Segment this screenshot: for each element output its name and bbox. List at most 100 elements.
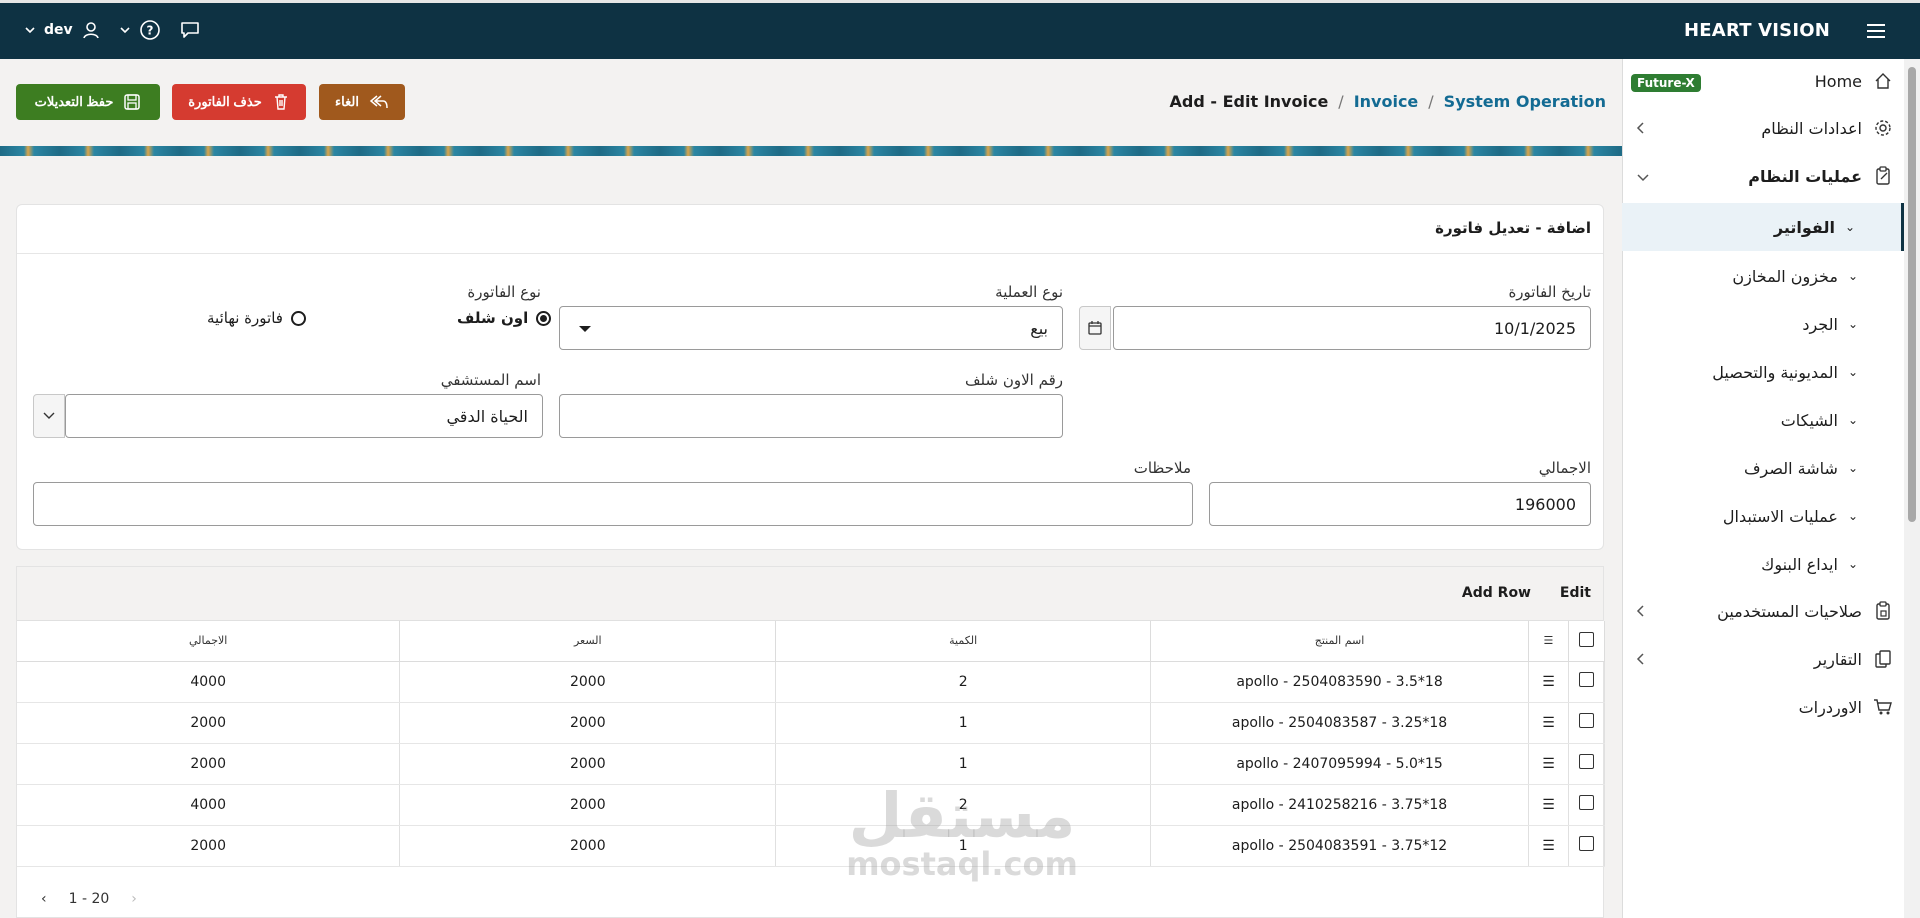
cell-qty[interactable]: 1 <box>775 702 1152 744</box>
user-name[interactable]: dev <box>44 22 73 38</box>
double-chevron-icon: ⌄ <box>1847 461 1858 475</box>
calendar-icon <box>1088 321 1102 335</box>
column-header[interactable]: اسم المنتج <box>1150 621 1529 662</box>
delete-invoice-button[interactable]: حذف الفاتورة <box>172 84 306 120</box>
sidebar-item-checks[interactable]: الشيكات ⌄ <box>1622 400 1904 440</box>
row-checkbox[interactable] <box>1578 754 1594 769</box>
table-row[interactable]: 2000 2000 1 apollo - 2407095994 - 5.0*15… <box>17 743 1606 785</box>
breadcrumb-separator: / <box>1428 92 1434 111</box>
chat-icon[interactable] <box>179 20 201 40</box>
row-menu-icon[interactable]: ☰ <box>1528 825 1569 867</box>
cell-qty[interactable]: 2 <box>775 661 1152 703</box>
row-checkbox[interactable] <box>1578 836 1594 851</box>
sidebar-item-invoices[interactable]: الفواتير ⌄ <box>1622 203 1904 251</box>
table-row[interactable]: 2000 2000 1 apollo - 2504083591 - 3.75*1… <box>17 825 1606 867</box>
sidebar-item-home[interactable]: Future-X Home <box>1622 61 1904 101</box>
row-menu-icon[interactable]: ☰ <box>1528 784 1569 826</box>
table-row[interactable]: 2000 2000 1 apollo - 2504083587 - 3.25*1… <box>17 702 1606 744</box>
scrollbar-thumb[interactable] <box>1908 67 1916 522</box>
operation-type-select[interactable]: بيع <box>559 306 1063 350</box>
cell-total[interactable]: 2000 <box>17 702 401 744</box>
sidebar-item-reports[interactable]: التقارير <box>1622 639 1904 679</box>
total-input[interactable]: 196000 <box>1209 482 1591 526</box>
invoice-type-final-radio[interactable]: فاتورة نهائية <box>207 309 306 327</box>
chevron-down-icon[interactable] <box>119 24 131 36</box>
cell-total[interactable]: 4000 <box>17 784 401 826</box>
row-menu-icon[interactable]: ☰ <box>1528 661 1569 703</box>
invoice-type-label: نوع الفاتورة <box>467 283 541 301</box>
notes-input[interactable] <box>33 482 1193 526</box>
cell-qty[interactable]: 1 <box>775 743 1152 785</box>
menu-icon[interactable] <box>1860 15 1892 47</box>
select-all-header[interactable] <box>1568 621 1606 662</box>
sidebar-item-label: الفواتير <box>1773 217 1835 237</box>
pagination: ‹ 1 - 20 › <box>41 891 137 907</box>
cell-total[interactable]: 4000 <box>17 661 401 703</box>
user-icon[interactable] <box>81 20 101 40</box>
sidebar-item-warehouse-stock[interactable]: مخزون المخازن ⌄ <box>1622 256 1904 296</box>
sidebar-item-bank-deposits[interactable]: ايداع البنوك ⌄ <box>1622 544 1904 584</box>
breadcrumb-system-operation[interactable]: System Operation <box>1444 92 1606 111</box>
table-row[interactable]: 4000 2000 2 apollo - 2504083590 - 3.5*18… <box>17 661 1606 703</box>
next-page-icon[interactable]: › <box>131 891 137 907</box>
row-checkbox[interactable] <box>1578 713 1594 728</box>
sidebar-item-system-settings[interactable]: اعدادات النظام <box>1622 108 1904 148</box>
sidebar-item-user-permissions[interactable]: صلاحيات المستخدمين <box>1622 591 1904 631</box>
cell-total[interactable]: 2000 <box>17 743 401 785</box>
radio-button[interactable] <box>536 310 552 326</box>
cell-price[interactable]: 2000 <box>399 825 777 867</box>
row-checkbox[interactable] <box>1578 795 1594 810</box>
onshelf-number-label: رقم الاون شلف <box>965 371 1063 389</box>
hospital-dropdown-button[interactable] <box>33 394 65 438</box>
onshelf-number-input[interactable] <box>559 394 1063 438</box>
radio-button[interactable] <box>290 310 306 326</box>
double-chevron-icon: ⌄ <box>1847 557 1858 571</box>
cell-product[interactable]: apollo - 2504083590 - 3.5*18 <box>1150 661 1529 703</box>
breadcrumb-invoice[interactable]: Invoice <box>1354 92 1419 111</box>
sidebar-item-orders[interactable]: الاوردرات <box>1622 687 1904 727</box>
sidebar-item-replacements[interactable]: عمليات الاستبدال ⌄ <box>1622 496 1904 536</box>
watermark-english: mostaql.com <box>846 845 1078 883</box>
row-checkbox[interactable] <box>1578 672 1594 687</box>
select-all-checkbox[interactable] <box>1578 631 1594 647</box>
cell-product[interactable]: apollo - 2410258216 - 3.75*18 <box>1150 784 1529 826</box>
operation-type-label: نوع العملية <box>995 283 1063 301</box>
column-header[interactable]: الاجمالي <box>17 621 401 662</box>
cell-price[interactable]: 2000 <box>399 702 777 744</box>
row-actions-header[interactable]: ☰ <box>1528 621 1569 662</box>
double-chevron-icon: ⌄ <box>1847 269 1858 283</box>
header-tools: dev ? <box>24 19 201 41</box>
help-icon[interactable]: ? <box>139 19 161 41</box>
hospital-name-label: اسم المستشفي <box>440 371 541 389</box>
calendar-button[interactable] <box>1079 306 1111 350</box>
cell-product[interactable]: apollo - 2504083587 - 3.25*18 <box>1150 702 1529 744</box>
cell-price[interactable]: 2000 <box>399 743 777 785</box>
edit-button[interactable]: Edit <box>1560 585 1591 601</box>
sidebar-item-inventory[interactable]: الجرد ⌄ <box>1622 304 1904 344</box>
hospital-name-input[interactable]: الحياة الدقي <box>65 394 543 438</box>
sidebar-item-disbursement[interactable]: شاشة الصرف ⌄ <box>1622 448 1904 488</box>
brand-title: HEART VISION <box>1684 20 1830 41</box>
table-row[interactable]: 4000 2000 2 apollo - 2410258216 - 3.75*1… <box>17 784 1606 826</box>
invoice-type-onshelf-radio[interactable]: اون شلف <box>457 309 552 327</box>
sidebar-item-debts-collection[interactable]: المديونية والتحصيل ⌄ <box>1622 352 1904 392</box>
chevron-down-icon <box>1636 168 1650 187</box>
column-header[interactable]: الكمية <box>775 621 1152 662</box>
prev-page-icon[interactable]: ‹ <box>41 891 47 907</box>
cell-product[interactable]: apollo - 2407095994 - 5.0*15 <box>1150 743 1529 785</box>
cancel-button[interactable]: الغاء <box>319 84 405 120</box>
invoice-date-field[interactable]: 10/1/2025 <box>1113 306 1591 350</box>
chevron-down-icon[interactable] <box>24 24 36 36</box>
row-menu-icon[interactable]: ☰ <box>1528 743 1569 785</box>
cell-price[interactable]: 2000 <box>399 784 777 826</box>
row-menu-icon[interactable]: ☰ <box>1528 702 1569 744</box>
cell-price[interactable]: 2000 <box>399 661 777 703</box>
column-header[interactable]: السعر <box>399 621 777 662</box>
save-changes-button[interactable]: حفظ التعديلات <box>16 84 160 120</box>
grid-toolbar: Edit Add Row <box>17 567 1603 621</box>
cell-product[interactable]: apollo - 2504083591 - 3.75*12 <box>1150 825 1529 867</box>
cell-total[interactable]: 2000 <box>17 825 401 867</box>
scrollbar[interactable] <box>1904 59 1920 918</box>
add-row-button[interactable]: Add Row <box>1462 585 1531 601</box>
sidebar-item-system-operations[interactable]: عمليات النظام <box>1622 156 1904 196</box>
